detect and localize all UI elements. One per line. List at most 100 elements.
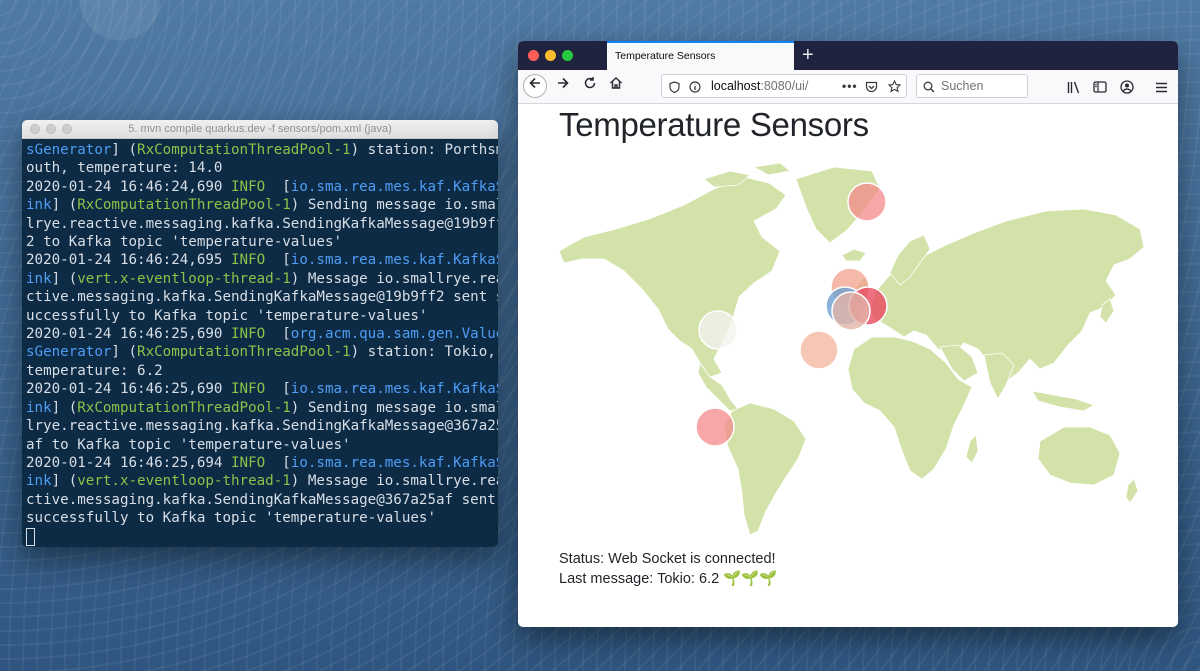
terminal-line: 2 to Kafka topic 'temperature-values'	[26, 233, 494, 251]
terminal-text: INFO	[231, 326, 266, 343]
library-icon[interactable]	[1064, 74, 1084, 98]
account-icon[interactable]	[1117, 74, 1137, 98]
star-icon[interactable]	[887, 75, 902, 97]
terminal-line: ink] (RxComputationThreadPool-1) Sending…	[26, 399, 498, 417]
terminal-window[interactable]: 5. mvn compile quarkus:dev -f sensors/po…	[22, 120, 498, 547]
terminal-text: ctive.messaging.kafka.SendingKafkaMessag…	[26, 289, 498, 306]
browser-window[interactable]: Temperature Sensors + localhost:8080/ui/…	[518, 41, 1178, 627]
terminal-line: ctive.messaging.kafka.SendingKafkaMessag…	[26, 288, 498, 306]
marker-north-africa[interactable]	[799, 330, 839, 370]
terminal-text: [	[265, 381, 291, 398]
maximize-icon[interactable]	[562, 50, 573, 61]
sidebar-icon[interactable]	[1090, 74, 1110, 98]
terminal-line: ink] (RxComputationThreadPool-1) Sending…	[26, 196, 498, 214]
url-bar[interactable]: localhost:8080/ui/ •••	[661, 74, 907, 98]
close-icon[interactable]	[30, 124, 40, 134]
new-tab-button[interactable]: +	[802, 43, 814, 67]
terminal-text: io.sma.rea.mes.kaf.KafkaS	[290, 252, 498, 269]
terminal-text: 2020-01-24 16:46:25,690	[26, 381, 231, 398]
land-iceland	[841, 248, 867, 262]
minimize-icon[interactable]	[46, 124, 56, 134]
terminal-text: sGenerator	[26, 142, 112, 158]
marker-north-america-east[interactable]	[698, 310, 738, 350]
terminal-text: INFO	[231, 381, 266, 398]
terminal-text: ) Sending message io.smal	[290, 197, 498, 214]
terminal-text: ] (	[51, 197, 78, 214]
terminal-line: uccessfully to Kafka topic 'temperature-…	[26, 307, 494, 325]
terminal-text: ) Message io.smallrye.rea	[290, 473, 498, 490]
terminal-line: ink] (vert.x-eventloop-thread-1) Message…	[26, 472, 498, 490]
websocket-status: Status: Web Socket is connected!	[559, 551, 776, 567]
tab-bar: Temperature Sensors +	[518, 41, 1178, 70]
terminal-text: [	[265, 252, 291, 269]
terminal-text: sGenerator	[26, 344, 112, 361]
terminal-text: ] (	[111, 142, 138, 158]
land-indonesia	[1031, 390, 1095, 412]
terminal-text: vert.x-eventloop-thread-1	[77, 270, 291, 287]
search-field[interactable]: Suchen	[916, 74, 1028, 98]
marker-north-atlantic-top[interactable]	[847, 182, 887, 222]
terminal-text: ] (	[111, 344, 138, 361]
world-map[interactable]	[554, 159, 1149, 539]
terminal-text: outh, temperature: 14.0	[26, 160, 223, 177]
land-south-america	[723, 402, 807, 536]
terminal-text: [	[265, 178, 291, 195]
terminal-text: io.sma.rea.mes.kaf.KafkaS	[290, 454, 498, 471]
terminal-text: ) Sending message io.smal	[290, 399, 498, 416]
terminal-titlebar[interactable]: 5. mvn compile quarkus:dev -f sensors/po…	[22, 120, 498, 139]
terminal-prompt[interactable]	[26, 527, 494, 546]
terminal-text: 2020-01-24 16:46:25,690	[26, 326, 231, 343]
terminal-text: ] (	[51, 399, 78, 416]
land-madagascar	[965, 434, 979, 464]
terminal-line: 2020-01-24 16:46:25,690 INFO [io.sma.rea…	[26, 380, 498, 398]
terminal-text: org.acm.qua.sam.gen.Value	[290, 326, 498, 343]
terminal-text: INFO	[231, 178, 266, 195]
tab-title: Temperature Sensors	[615, 50, 716, 62]
maximize-icon[interactable]	[62, 124, 72, 134]
home-icon[interactable]	[604, 74, 628, 98]
search-icon	[923, 75, 935, 97]
terminal-text: af to Kafka topic 'temperature-values'	[26, 436, 351, 453]
info-icon[interactable]	[689, 75, 701, 97]
forward-icon[interactable]	[551, 74, 575, 98]
last-message: Last message: Tokio: 6.2 🌱🌱🌱	[559, 571, 778, 587]
terminal-line: lrye.reactive.messaging.kafka.SendingKaf…	[26, 215, 498, 233]
pocket-icon[interactable]	[865, 75, 878, 97]
terminal-text: uccessfully to Kafka topic 'temperature-…	[26, 307, 428, 324]
terminal-text: ) station: Tokio,	[350, 344, 496, 361]
terminal-text: RxComputationThreadPool-1	[77, 399, 291, 416]
menu-icon[interactable]	[1151, 74, 1171, 98]
minimize-icon[interactable]	[545, 50, 556, 61]
terminal-text: INFO	[231, 252, 266, 269]
url-path: :8080/ui/	[760, 79, 809, 93]
terminal-line: 2020-01-24 16:46:25,694 INFO [io.sma.rea…	[26, 454, 498, 472]
more-icon[interactable]: •••	[842, 75, 858, 97]
tab-temperature-sensors[interactable]: Temperature Sensors	[607, 41, 794, 70]
terminal-text: ) station: Porthsm	[350, 142, 498, 158]
back-icon[interactable]	[523, 74, 547, 98]
url-text[interactable]: localhost:8080/ui/	[711, 75, 808, 97]
terminal-output[interactable]: sGenerator] (RxComputationThreadPool-1) …	[22, 139, 498, 547]
terminal-line: lrye.reactive.messaging.kafka.SendingKaf…	[26, 417, 498, 435]
terminal-text: RxComputationThreadPool-1	[137, 344, 351, 361]
close-icon[interactable]	[528, 50, 539, 61]
reload-icon[interactable]	[578, 74, 602, 98]
terminal-text: 2020-01-24 16:46:25,694	[26, 454, 231, 471]
marker-west-europe-c[interactable]	[831, 291, 871, 331]
terminal-line: ink] (vert.x-eventloop-thread-1) Message…	[26, 270, 498, 288]
terminal-line: ctive.messaging.kafka.SendingKafkaMessag…	[26, 491, 496, 509]
terminal-line: sGenerator] (RxComputationThreadPool-1) …	[26, 141, 498, 159]
status-panel: Status: Web Socket is connected! Last me…	[559, 549, 777, 589]
terminal-text: ctive.messaging.kafka.SendingKafkaMessag…	[26, 491, 496, 508]
terminal-text: ink	[26, 473, 52, 490]
terminal-text: [	[265, 454, 291, 471]
search-placeholder: Suchen	[941, 79, 984, 93]
shield-icon[interactable]	[669, 75, 680, 97]
terminal-text: lrye.reactive.messaging.kafka.SendingKaf…	[26, 215, 498, 232]
land-north-america	[558, 176, 787, 378]
terminal-text: ) Message io.smallrye.rea	[290, 270, 498, 287]
terminal-text: io.sma.rea.mes.kaf.KafkaS	[290, 381, 498, 398]
marker-south-america[interactable]	[695, 407, 735, 447]
cursor-icon	[26, 527, 35, 546]
terminal-text: ] (	[51, 270, 78, 287]
